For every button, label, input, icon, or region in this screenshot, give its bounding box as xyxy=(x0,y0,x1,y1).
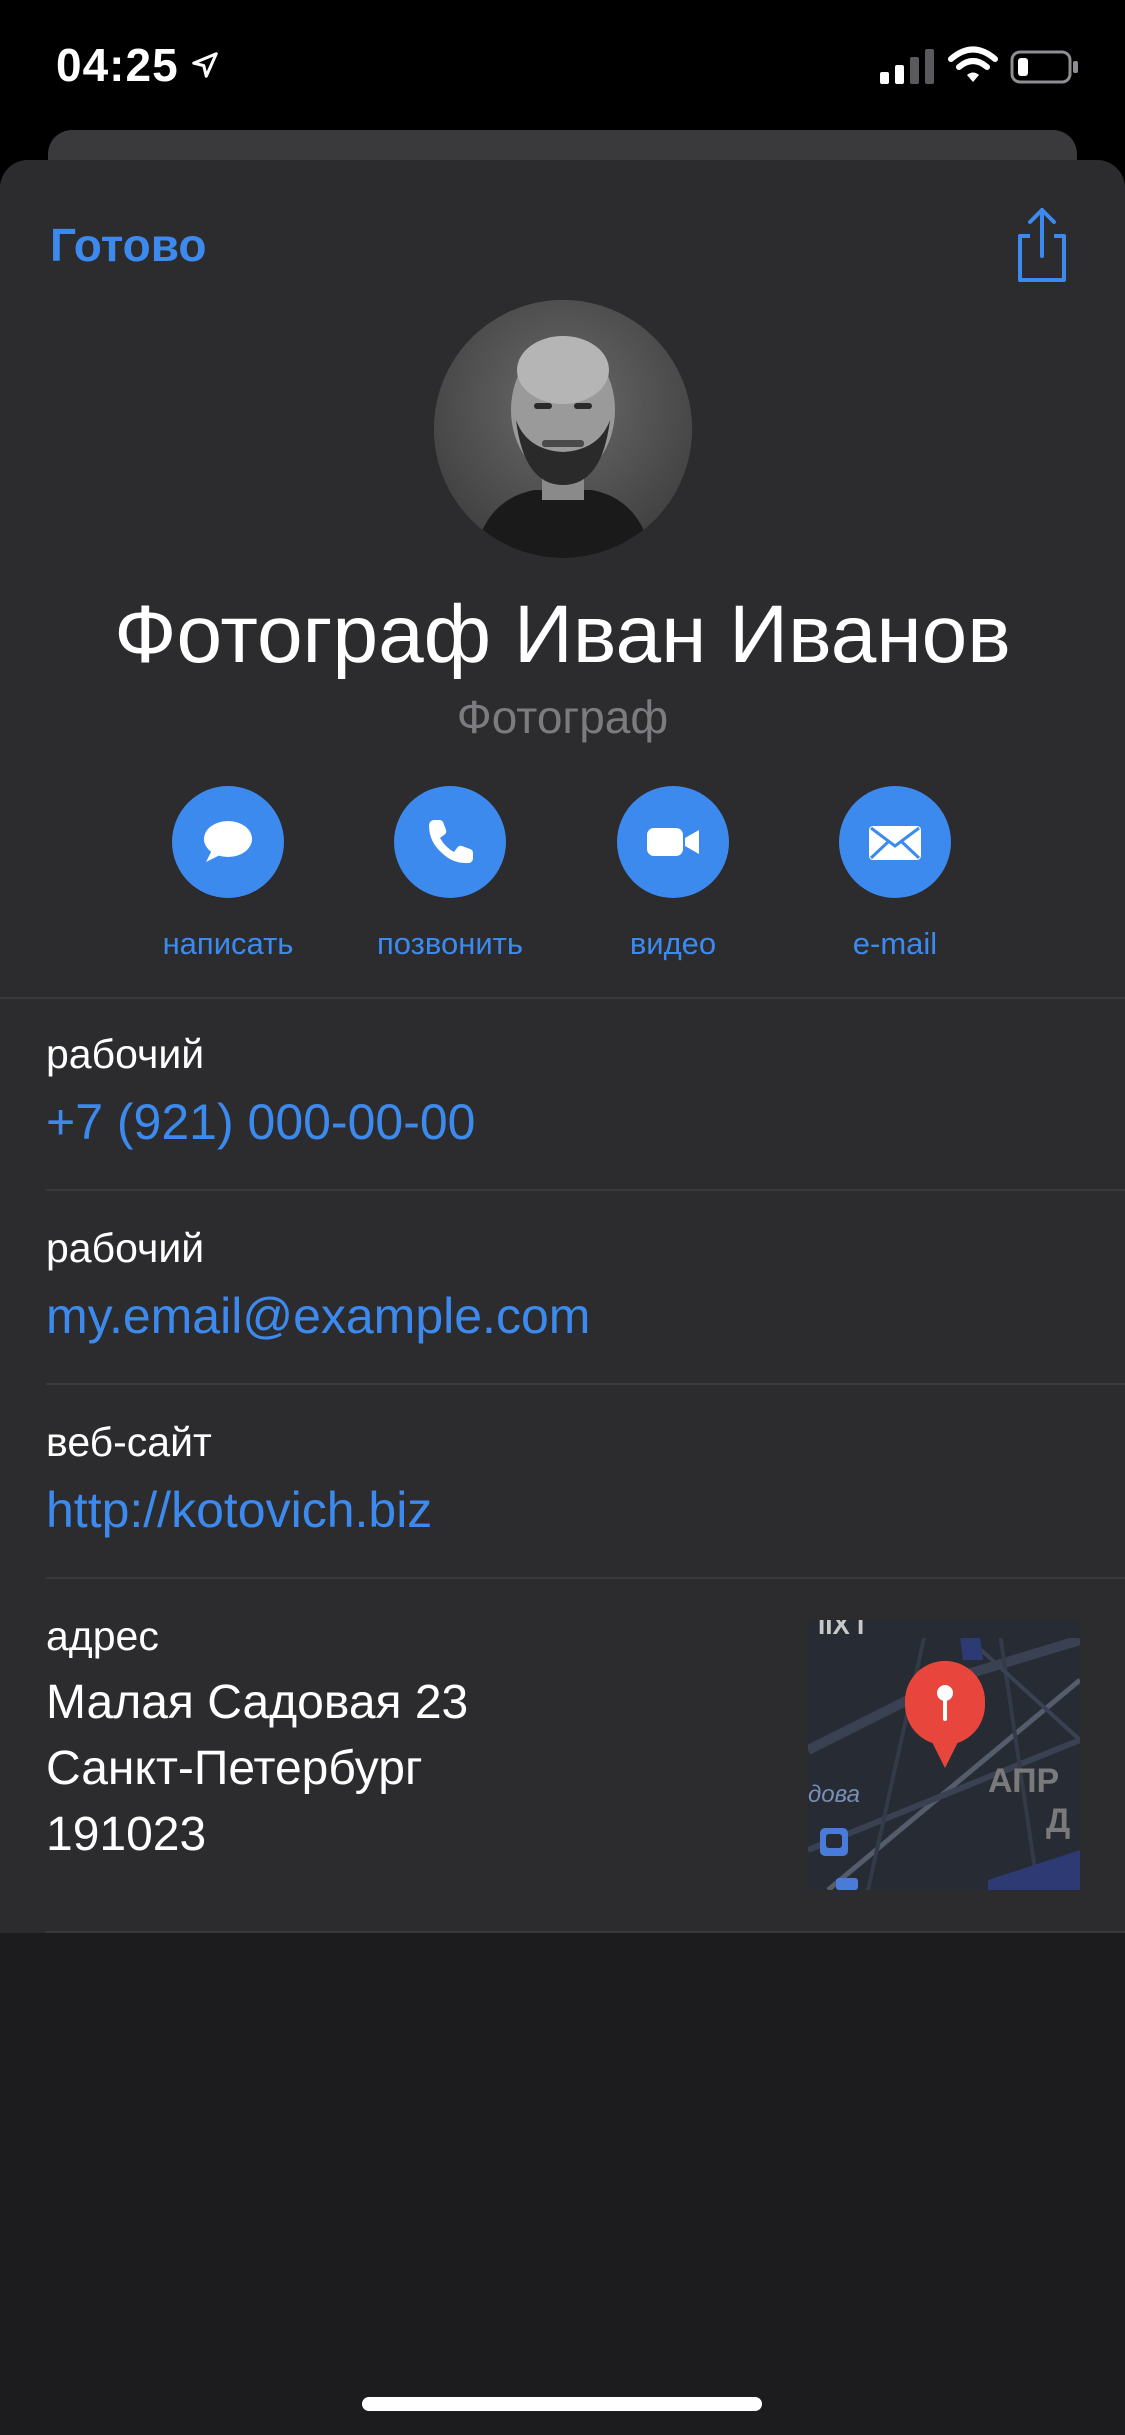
email-row[interactable]: рабочий my.email@example.com xyxy=(0,1191,1125,1385)
row-divider xyxy=(46,1931,1125,1933)
contact-name: Фотограф Иван Иванов xyxy=(114,589,1011,680)
email-label: e-mail xyxy=(852,926,938,961)
address-label: адрес xyxy=(46,1613,159,1659)
website-row[interactable]: веб-сайт http://kotovich.biz xyxy=(0,1385,1125,1579)
website-value[interactable]: http://kotovich.biz xyxy=(46,1481,432,1539)
share-icon[interactable] xyxy=(1010,204,1074,284)
battery-icon xyxy=(1010,50,1078,84)
avatar xyxy=(434,300,692,558)
email-button[interactable]: e-mail xyxy=(795,786,995,966)
address-postcode: 191023 xyxy=(46,1808,207,1861)
message-button-circle[interactable] xyxy=(172,786,284,898)
video-button[interactable]: видео xyxy=(573,786,773,966)
message-label: написать xyxy=(162,926,294,961)
map-district-label-2: Д xyxy=(1046,1802,1070,1840)
phone-value[interactable]: +7 (921) 000-00-00 xyxy=(46,1093,475,1151)
wifi-icon xyxy=(948,46,998,82)
mail-icon xyxy=(869,826,921,860)
email-button-circle[interactable] xyxy=(839,786,951,898)
location-arrow-icon xyxy=(192,52,218,78)
map-thumbnail[interactable]: IIX I дова АПР Д xyxy=(808,1620,1080,1890)
message-icon xyxy=(204,821,252,862)
message-button[interactable]: написать xyxy=(128,786,328,966)
address-street: Малая Садовая 23 xyxy=(46,1676,469,1729)
map-street-label: дова xyxy=(808,1781,860,1808)
map-pin-icon xyxy=(905,1660,985,1768)
done-button[interactable]: Готово xyxy=(50,218,207,272)
phone-label: рабочий xyxy=(46,1031,205,1077)
avatar-photo xyxy=(434,300,692,558)
website-label: веб-сайт xyxy=(46,1419,212,1465)
email-field-label: рабочий xyxy=(46,1225,205,1271)
contact-subtitle: Фотограф xyxy=(456,691,669,743)
map-district-label: АПР xyxy=(988,1762,1059,1800)
email-value[interactable]: my.email@example.com xyxy=(46,1287,590,1345)
call-button[interactable]: позвонить xyxy=(350,786,550,966)
home-indicator[interactable] xyxy=(362,2397,762,2411)
call-button-circle[interactable] xyxy=(394,786,506,898)
status-bar: 04:25 xyxy=(0,0,1125,130)
address-city: Санкт-Петербург xyxy=(46,1742,423,1795)
video-button-circle[interactable] xyxy=(617,786,729,898)
phone-row[interactable]: рабочий +7 (921) 000-00-00 xyxy=(0,999,1125,1191)
video-icon xyxy=(647,828,699,856)
video-label: видео xyxy=(629,926,717,961)
phone-icon xyxy=(429,820,473,864)
contact-sheet: Готово Фотограф Иван Иванов Фотограф нап… xyxy=(0,160,1125,2435)
status-time: 04:25 xyxy=(56,39,179,91)
svg-text:IIX I: IIX I xyxy=(818,1620,864,1640)
call-label: позвонить xyxy=(376,926,524,961)
cellular-signal-icon xyxy=(880,49,934,84)
